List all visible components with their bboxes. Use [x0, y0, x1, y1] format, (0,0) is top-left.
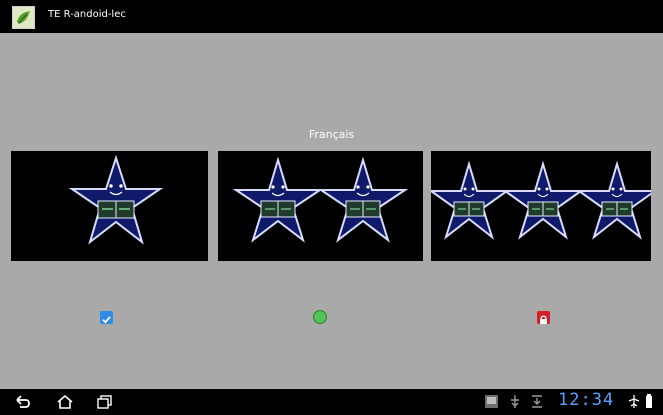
green-circle-icon[interactable]: [313, 310, 327, 324]
star-reading-book-icon: [68, 154, 164, 245]
level-selection-screen: Français: [0, 33, 663, 389]
recent-apps-icon[interactable]: [95, 393, 115, 415]
two-star-card[interactable]: [218, 151, 423, 261]
star-reading-book-icon: [501, 160, 585, 240]
three-star-card[interactable]: [431, 151, 651, 261]
one-star-card[interactable]: [11, 151, 208, 261]
star-reading-book-icon: [431, 160, 511, 240]
star-reading-book-icon: [317, 156, 409, 243]
star-reading-book-icon: [232, 156, 324, 243]
gallery-icon: [484, 394, 499, 413]
clock: 12:34: [558, 390, 615, 410]
usb-icon: [508, 394, 522, 413]
download-icon: [530, 394, 544, 413]
app-icon: [12, 6, 35, 29]
system-navigation-bar: 12:34: [0, 389, 663, 415]
app-title: TE R-andoid-lec: [48, 9, 126, 20]
language-label: Français: [308, 128, 355, 141]
app-title-bar: TE R-andoid-lec: [0, 0, 663, 33]
home-icon[interactable]: [55, 393, 75, 415]
selected-checkbox-icon[interactable]: [100, 311, 113, 324]
back-icon[interactable]: [13, 393, 33, 415]
red-lock-icon[interactable]: [537, 311, 550, 324]
star-reading-book-icon: [575, 160, 651, 240]
battery-icon: [645, 393, 653, 413]
airplane-icon: [627, 394, 641, 413]
